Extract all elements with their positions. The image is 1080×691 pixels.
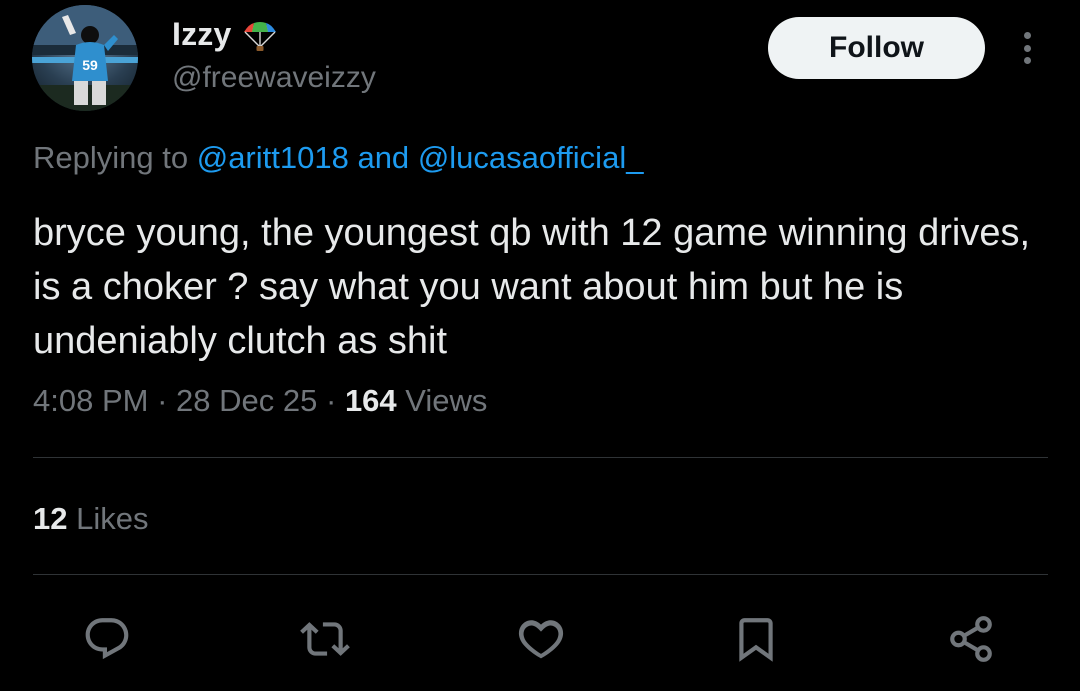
retweet-icon [300,622,350,656]
author-name-row: Izzy [172,16,280,53]
mention-joiner: and [357,140,410,175]
tweet-text: bryce young, the youngest qb with 12 gam… [33,212,1031,362]
likes-stat[interactable]: 12 Likes [33,501,148,537]
avatar-image: 59 [32,5,138,111]
tweet-detail: 59 Izzy @freewaveizzy Follow Replying to… [0,0,1080,691]
follow-button[interactable]: Follow [768,17,985,79]
divider [33,574,1048,575]
tweet-date[interactable]: 28 Dec 25 [176,383,317,418]
share-button[interactable] [944,612,998,666]
likes-label: Likes [76,501,149,536]
like-button[interactable] [514,612,568,666]
reply-context: Replying to @aritt1018 and @lucasaoffici… [33,140,643,176]
reply-icon [85,618,129,660]
more-vertical-icon[interactable] [1012,28,1042,68]
meta-separator: · [325,383,337,418]
bookmark-icon [739,618,773,662]
meta-separator: · [157,383,168,418]
reply-context-prefix: Replying to [33,140,189,175]
retweet-button[interactable] [298,612,352,666]
tweet-time[interactable]: 4:08 PM [33,383,148,418]
author-handle[interactable]: @freewaveizzy [172,61,376,95]
views-count: 164 [344,383,397,418]
tweet-meta: 4:08 PM · 28 Dec 25 · 164 Views [33,383,487,419]
like-icon [518,620,564,659]
mention-link-1[interactable]: @aritt1018 [197,140,349,175]
mention-link-2[interactable]: @lucasaofficial_ [418,140,644,175]
svg-text:59: 59 [82,57,98,73]
share-icon [950,616,992,662]
reply-button[interactable] [80,612,134,666]
likes-count: 12 [33,501,68,536]
bookmark-button[interactable] [729,612,783,666]
parachute-icon [243,21,276,51]
views-label: Views [405,383,488,418]
profile-avatar[interactable]: 59 [32,5,138,111]
divider [33,457,1048,458]
author-display-name[interactable]: Izzy [172,16,232,53]
